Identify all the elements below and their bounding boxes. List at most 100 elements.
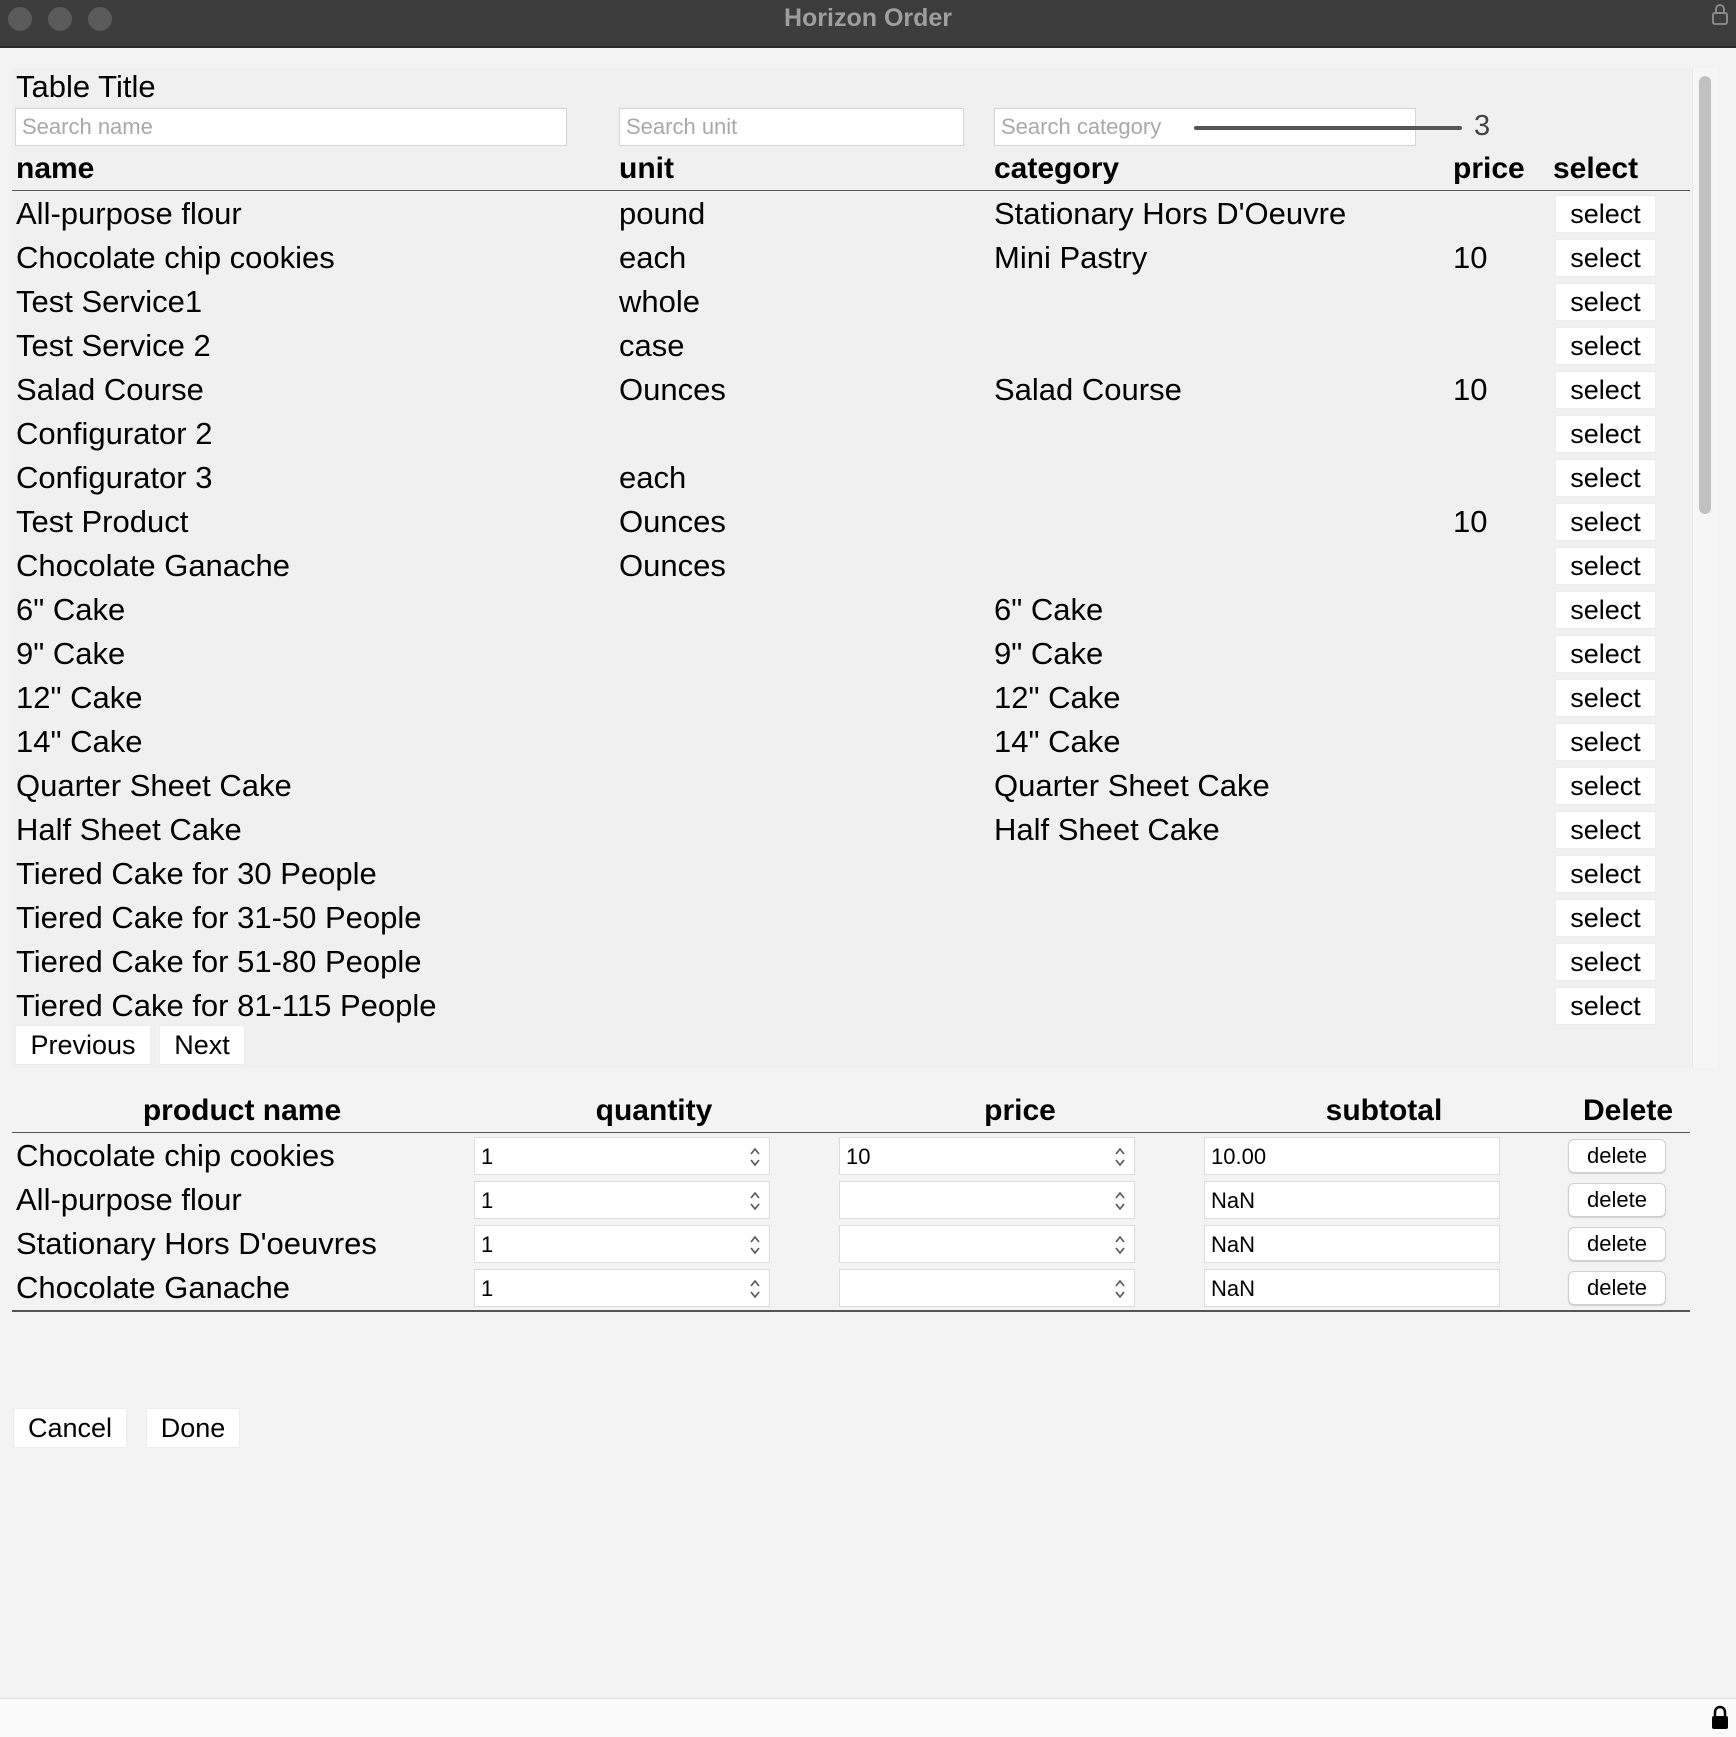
table-row: Configurator 2 select [0, 412, 1700, 456]
spinner-arrows-icon[interactable] [1112, 1143, 1128, 1171]
row-unit: Ounces [619, 372, 726, 407]
table-row: Configurator 3 each select [0, 456, 1700, 500]
quantity-stepper-value: 1 [481, 1188, 494, 1213]
subtotal-field[interactable]: 10.00 [1204, 1137, 1500, 1175]
quantity-stepper[interactable]: 1 [474, 1181, 770, 1219]
select-button[interactable]: select [1555, 283, 1656, 321]
table-row: Tiered Cake for 30 People select [0, 852, 1700, 896]
row-unit: Ounces [619, 548, 726, 583]
row-name: 6" Cake [16, 592, 126, 627]
select-button[interactable]: select [1555, 855, 1656, 893]
row-unit: whole [619, 284, 700, 319]
table-row: Tiered Cake for 51-80 People select [0, 940, 1700, 984]
delete-button[interactable]: delete [1568, 1271, 1666, 1305]
cancel-button[interactable]: Cancel [13, 1408, 127, 1448]
search-unit-input[interactable] [619, 108, 964, 146]
spinner-arrows-icon[interactable] [1112, 1275, 1128, 1303]
scrollbar-thumb[interactable] [1699, 76, 1711, 514]
quantity-stepper[interactable]: 1 [474, 1137, 770, 1175]
row-name: Chocolate Ganache [16, 548, 291, 583]
page-size-value: 3 [1474, 110, 1491, 142]
table-row: Half Sheet Cake Half Sheet Cake select [0, 808, 1700, 852]
delete-button[interactable]: delete [1568, 1227, 1666, 1261]
order-header-divider [12, 1132, 1690, 1133]
row-price: 10 [1453, 504, 1488, 539]
price-stepper[interactable] [839, 1269, 1135, 1307]
delete-button[interactable]: delete [1568, 1183, 1666, 1217]
column-header-name: name [16, 152, 95, 185]
row-unit: each [619, 240, 687, 275]
column-header-category: category [994, 152, 1120, 185]
select-button[interactable]: select [1555, 943, 1656, 981]
row-category: Quarter Sheet Cake [994, 768, 1270, 803]
delete-button[interactable]: delete [1568, 1139, 1666, 1173]
price-stepper[interactable] [839, 1181, 1135, 1219]
spinner-arrows-icon[interactable] [747, 1231, 763, 1259]
done-button[interactable]: Done [146, 1408, 240, 1448]
select-button[interactable]: select [1555, 371, 1656, 409]
row-category: Salad Course [994, 372, 1182, 407]
next-page-button[interactable]: Next [159, 1025, 245, 1065]
quantity-stepper[interactable]: 1 [474, 1225, 770, 1263]
spinner-arrows-icon[interactable] [747, 1187, 763, 1215]
select-button[interactable]: select [1555, 679, 1656, 717]
order-table-bottom-border [12, 1310, 1690, 1312]
select-button[interactable]: select [1555, 767, 1656, 805]
row-name: Configurator 3 [16, 460, 213, 495]
row-name: Salad Course [16, 372, 204, 407]
row-price: 10 [1453, 372, 1488, 407]
row-category: Stationary Hors D'Oeuvre [994, 196, 1347, 231]
row-name: Tiered Cake for 30 People [16, 856, 377, 891]
table-row: Tiered Cake for 31-50 People select [0, 896, 1700, 940]
table-row: Test Product Ounces 10 select [0, 500, 1700, 544]
lock-icon [1712, 1705, 1728, 1729]
row-category: 12" Cake [994, 680, 1121, 715]
order-header-product-name: product name [142, 1094, 342, 1127]
select-button[interactable]: select [1555, 327, 1656, 365]
spinner-arrows-icon[interactable] [1112, 1231, 1128, 1259]
row-price: 10 [1453, 240, 1488, 275]
order-row: Stationary Hors D'oeuvres 1 NaN delete [0, 1222, 1700, 1266]
order-header-price: price [984, 1094, 1056, 1127]
previous-page-button[interactable]: Previous [15, 1025, 151, 1065]
price-stepper-value: 10 [846, 1144, 871, 1169]
order-row: Chocolate Ganache 1 NaN delete [0, 1266, 1700, 1310]
spinner-arrows-icon[interactable] [747, 1143, 763, 1171]
select-button[interactable]: select [1555, 415, 1656, 453]
subtotal-field[interactable]: NaN [1204, 1181, 1500, 1219]
select-button[interactable]: select [1555, 811, 1656, 849]
header-divider [12, 190, 1690, 191]
select-button[interactable]: select [1555, 503, 1656, 541]
price-stepper[interactable]: 10 [839, 1137, 1135, 1175]
quantity-stepper[interactable]: 1 [474, 1269, 770, 1307]
table-row: Quarter Sheet Cake Quarter Sheet Cake sele… [0, 764, 1700, 808]
select-button[interactable]: select [1555, 635, 1656, 673]
select-button[interactable]: select [1555, 591, 1656, 629]
spinner-arrows-icon[interactable] [1112, 1187, 1128, 1215]
row-name: Chocolate chip cookies [16, 240, 335, 275]
select-button[interactable]: select [1555, 899, 1656, 937]
order-header-delete: Delete [1582, 1094, 1674, 1127]
order-product-name: Chocolate chip cookies [16, 1138, 335, 1173]
row-name: 12" Cake [16, 680, 143, 715]
table-row: 12" Cake 12" Cake select [0, 676, 1700, 720]
select-button[interactable]: select [1555, 195, 1656, 233]
select-button[interactable]: select [1555, 723, 1656, 761]
select-button[interactable]: select [1555, 987, 1656, 1025]
select-button[interactable]: select [1555, 239, 1656, 277]
table-row: 6" Cake 6" Cake select [0, 588, 1700, 632]
search-name-input[interactable] [15, 108, 567, 146]
order-row: All-purpose flour 1 NaN delete [0, 1178, 1700, 1222]
page-size-slider[interactable] [1194, 113, 1462, 143]
order-product-name: Stationary Hors D'oeuvres [16, 1226, 377, 1261]
lock-icon [1712, 4, 1728, 25]
subtotal-field[interactable]: NaN [1204, 1225, 1500, 1263]
select-button[interactable]: select [1555, 547, 1656, 585]
table-row: 14" Cake 14" Cake select [0, 720, 1700, 764]
row-category: 14" Cake [994, 724, 1121, 759]
spinner-arrows-icon[interactable] [747, 1275, 763, 1303]
price-stepper[interactable] [839, 1225, 1135, 1263]
column-header-select: select [1553, 152, 1639, 185]
select-button[interactable]: select [1555, 459, 1656, 497]
subtotal-field[interactable]: NaN [1204, 1269, 1500, 1307]
